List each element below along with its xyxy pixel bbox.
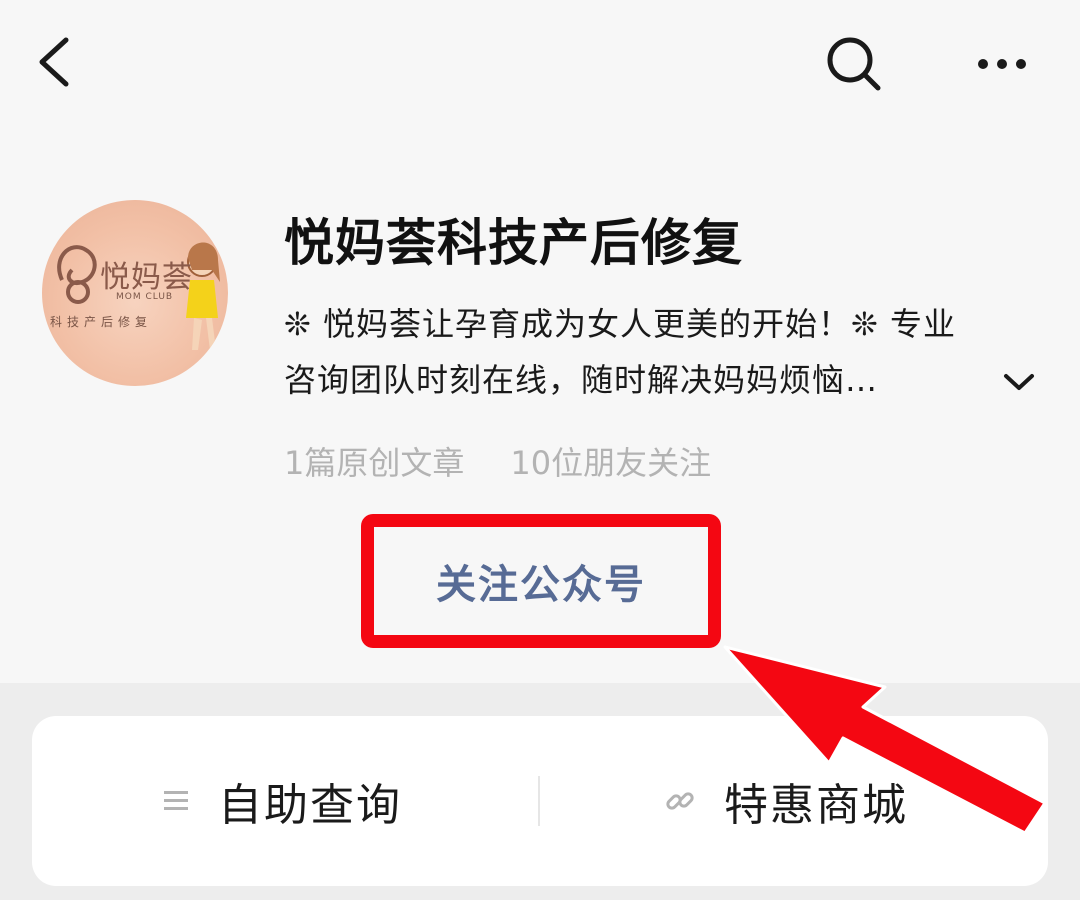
avatar-tag-text: 科技产后修复 — [50, 315, 153, 329]
avatar-sub-text: MOM CLUB — [116, 292, 174, 302]
account-stats: 1篇原创文章 10位朋友关注 — [284, 438, 711, 484]
search-icon[interactable] — [822, 32, 886, 96]
follow-button[interactable]: 关注公众号 — [361, 514, 721, 648]
list-icon — [164, 791, 188, 810]
description-line: 咨询团队时刻在线，随时解决妈妈烦恼… — [284, 361, 879, 399]
avatar-brand-text: 悦妈荟 — [100, 260, 193, 295]
menu-item-self-service[interactable]: 自助查询 — [162, 716, 402, 886]
menu-item-label: 自助查询 — [218, 780, 402, 831]
menu-divider — [538, 776, 540, 826]
stat-articles[interactable]: 1篇原创文章 — [284, 444, 464, 482]
account-name: 悦妈荟科技产后修复 — [284, 214, 743, 272]
red-arrow-annotation — [723, 645, 1047, 835]
more-horizontal-icon[interactable] — [970, 44, 1034, 84]
account-avatar[interactable]: 悦妈荟 MOM CLUB 科技产后修复 — [42, 200, 228, 386]
stat-followers[interactable]: 10位朋友关注 — [510, 444, 711, 482]
chevron-left-icon[interactable] — [28, 30, 84, 94]
link-icon — [666, 792, 694, 810]
description-line: ❊ 悦妈荟让孕育成为女人更美的开始！❊ 专业 — [284, 305, 956, 343]
account-description[interactable]: ❊ 悦妈荟让孕育成为女人更美的开始！❊ 专业 咨询团队时刻在线，随时解决妈妈烦恼… — [284, 296, 1044, 408]
profile-header: 悦妈荟 MOM CLUB 科技产后修复 悦妈荟科技产后修复 ❊ 悦妈荟让孕育成为… — [0, 0, 1080, 683]
chevron-down-icon[interactable] — [1002, 370, 1036, 394]
